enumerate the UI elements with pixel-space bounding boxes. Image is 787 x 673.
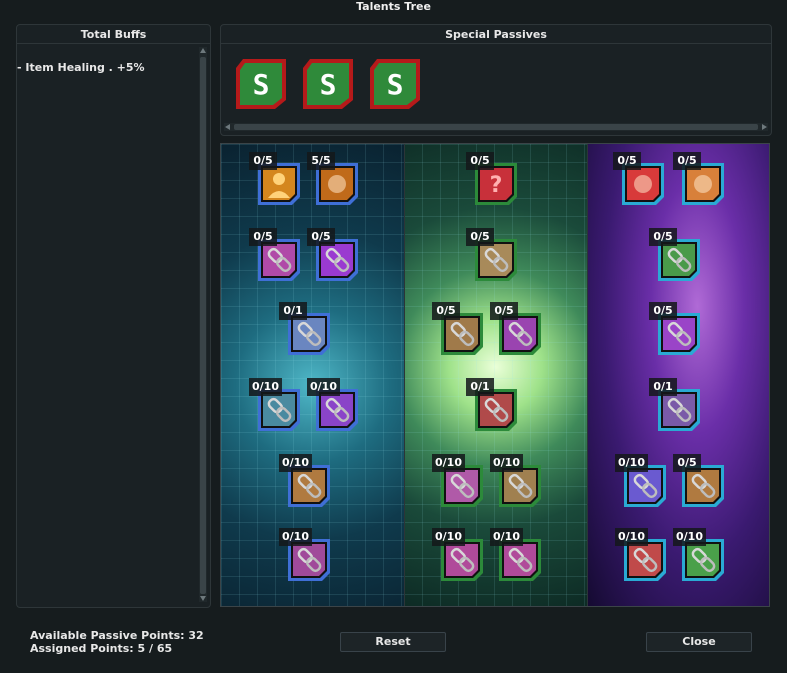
talent-rank-count: 0/5 <box>613 152 641 170</box>
talent-column-cosmos: 0/5 0/5 0/5 0/5 0/1 0/10 0/5 0/10 0/10 <box>587 144 769 606</box>
talent-rank-count: 0/5 <box>649 228 677 246</box>
special-passive-slot[interactable]: S <box>234 57 288 111</box>
special-passive-s-icon: S <box>370 59 420 109</box>
talent-rank-count: 0/5 <box>249 228 277 246</box>
talent-node[interactable]: 0/1 <box>466 378 522 434</box>
svg-text:S: S <box>387 68 404 101</box>
talent-column-planet: ? 0/5 0/5 0/5 0/5 0/1 0/10 0/10 0/10 0/10 <box>404 144 587 606</box>
special-passive-slot[interactable]: S <box>368 57 422 111</box>
talent-rank-count: 0/10 <box>490 528 523 546</box>
talent-rank-count: 0/10 <box>615 454 648 472</box>
scroll-up-arrow-icon[interactable] <box>200 48 206 53</box>
passives-scrollbar[interactable] <box>224 123 768 131</box>
talent-rank-count: 0/10 <box>307 378 340 396</box>
talent-node[interactable]: 0/5 <box>673 454 729 510</box>
special-passive-slot[interactable]: S <box>301 57 355 111</box>
svg-text:S: S <box>253 68 270 101</box>
talent-rank-count: 0/5 <box>466 152 494 170</box>
talent-node[interactable]: 5/5 <box>307 152 363 208</box>
talent-rank-count: 0/1 <box>279 302 307 320</box>
talent-rank-count: 0/10 <box>432 528 465 546</box>
special-passive-s-icon: S <box>236 59 286 109</box>
points-summary: Available Passive Points: 32 Assigned Po… <box>30 629 204 655</box>
talent-node[interactable]: 0/10 <box>490 528 546 584</box>
special-passive-s-icon: S <box>303 59 353 109</box>
talent-node[interactable]: 0/10 <box>432 528 488 584</box>
talent-column-tech: 0/5 5/5 0/5 0/5 0/1 0/10 0/10 0/10 0/10 <box>221 144 404 606</box>
talent-node[interactable]: 0/10 <box>279 528 335 584</box>
talent-rank-count: 0/10 <box>279 454 312 472</box>
talent-rank-count: 0/1 <box>649 378 677 396</box>
talent-node[interactable]: 0/5 <box>649 302 705 358</box>
talent-node[interactable]: 0/5 <box>432 302 488 358</box>
assigned-points: Assigned Points: 5 / 65 <box>30 642 173 655</box>
talent-rank-count: 0/10 <box>249 378 282 396</box>
talent-node[interactable]: 0/5 <box>673 152 729 208</box>
talent-rank-count: 0/5 <box>307 228 335 246</box>
talent-rank-count: 0/5 <box>249 152 277 170</box>
talent-rank-count: 0/10 <box>432 454 465 472</box>
talent-node[interactable]: 0/10 <box>673 528 729 584</box>
talent-node[interactable]: 0/10 <box>615 454 671 510</box>
talent-rank-count: 0/10 <box>490 454 523 472</box>
reset-button[interactable]: Reset <box>340 632 446 652</box>
talent-rank-count: 0/5 <box>432 302 460 320</box>
total-buffs-title: Total Buffs <box>17 25 210 44</box>
talent-node[interactable]: 0/5 <box>249 152 305 208</box>
talent-node[interactable]: 0/10 <box>249 378 305 434</box>
talent-node[interactable]: 0/1 <box>279 302 335 358</box>
total-buffs-panel: Total Buffs - Item Healing . +5% <box>16 24 211 608</box>
talent-rank-count: 0/5 <box>673 152 701 170</box>
talent-node[interactable]: ? 0/5 <box>466 152 522 208</box>
window-title: Talents Tree <box>356 0 431 13</box>
talent-node[interactable]: 0/5 <box>613 152 669 208</box>
svg-text:S: S <box>320 68 337 101</box>
scrollbar-thumb[interactable] <box>200 57 206 594</box>
talent-rank-count: 0/10 <box>615 528 648 546</box>
talent-node[interactable]: 0/5 <box>307 228 363 284</box>
buffs-scrollbar[interactable] <box>199 47 207 602</box>
talent-node[interactable]: 0/10 <box>432 454 488 510</box>
talent-node[interactable]: 0/10 <box>279 454 335 510</box>
talent-rank-count: 0/10 <box>279 528 312 546</box>
scroll-down-arrow-icon[interactable] <box>200 596 206 601</box>
talent-rank-count: 0/5 <box>673 454 701 472</box>
talent-node[interactable]: 0/10 <box>615 528 671 584</box>
svg-text:?: ? <box>490 173 503 198</box>
talent-node[interactable]: 0/1 <box>649 378 705 434</box>
scroll-left-arrow-icon[interactable] <box>225 124 230 130</box>
buff-item-healing: - Item Healing . +5% <box>17 61 145 74</box>
talent-rank-count: 5/5 <box>307 152 335 170</box>
talent-rank-count: 0/5 <box>490 302 518 320</box>
special-passives-title: Special Passives <box>221 25 771 44</box>
talent-tree-area: 0/5 5/5 0/5 0/5 0/1 0/10 0/10 0/10 0/10 ? 0/5 0/5 0… <box>220 143 770 607</box>
talent-rank-count: 0/5 <box>466 228 494 246</box>
talent-node[interactable]: 0/5 <box>249 228 305 284</box>
talent-rank-count: 0/10 <box>673 528 706 546</box>
scroll-right-arrow-icon[interactable] <box>762 124 767 130</box>
talent-node[interactable]: 0/5 <box>466 228 522 284</box>
talent-node[interactable]: 0/5 <box>649 228 705 284</box>
talent-node[interactable]: 0/10 <box>307 378 363 434</box>
special-passives-panel: Special Passives S S S <box>220 24 772 136</box>
available-points: Available Passive Points: 32 <box>30 629 204 642</box>
close-button[interactable]: Close <box>646 632 752 652</box>
talent-rank-count: 0/5 <box>649 302 677 320</box>
scrollbar-thumb[interactable] <box>234 124 758 130</box>
talent-rank-count: 0/1 <box>466 378 494 396</box>
talent-node[interactable]: 0/5 <box>490 302 546 358</box>
talent-node[interactable]: 0/10 <box>490 454 546 510</box>
